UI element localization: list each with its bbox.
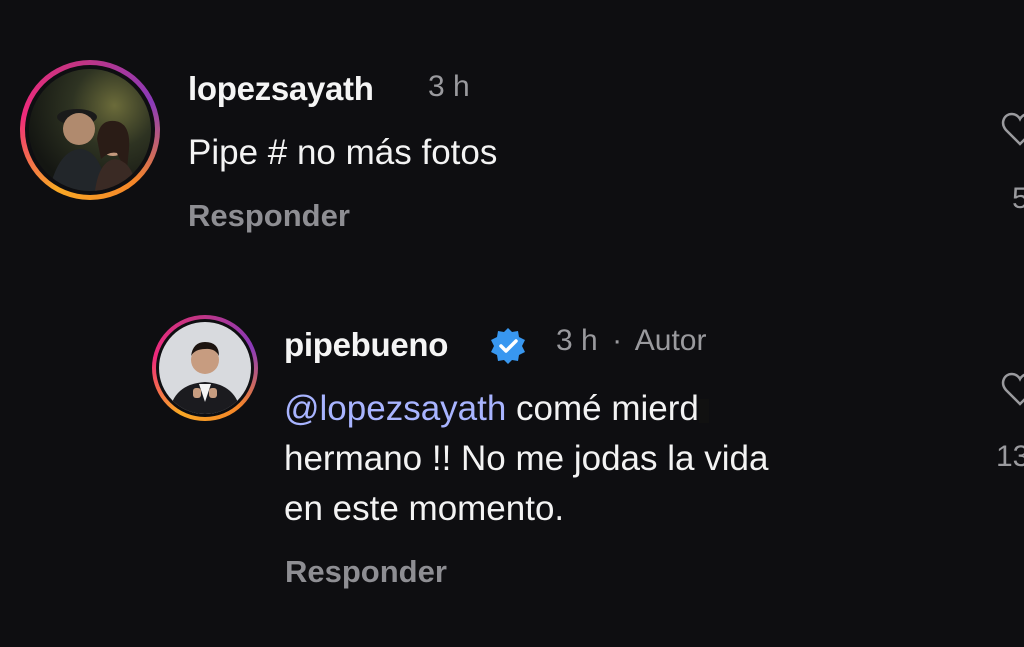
redaction-mark [698,398,709,423]
heart-icon[interactable] [1000,110,1024,150]
author-label: Autor [634,324,707,357]
comment-text-line2: hermano !! No me jodas la vida [284,439,769,478]
comment-timestamp: 3 h · Autor [556,324,706,358]
reply-button[interactable]: Responder [188,198,350,234]
mention-link[interactable]: @lopezsayath [284,389,506,428]
reply-button[interactable]: Responder [285,554,447,590]
comment-username[interactable]: lopezsayath [188,70,374,108]
comment-text-part: comé mierd [506,389,699,428]
time-text: 3 h [556,324,598,357]
verified-badge-icon [491,328,525,364]
like-count: 13 [996,440,1024,473]
avatar [159,322,251,414]
separator-dot: · [612,324,623,357]
comment-text-line3: en este momento. [284,489,565,528]
comment-username[interactable]: pipebueno [284,326,448,364]
story-ring[interactable] [20,60,160,200]
comment-text-line1: @lopezsayath comé mierd [284,384,768,434]
heart-icon[interactable] [1000,370,1024,410]
story-ring[interactable] [152,315,258,421]
comment-text: Pipe # no más fotos [188,133,498,172]
comment-timestamp: 3 h [428,70,470,103]
like-count: 5 [1012,182,1024,215]
avatar [29,69,151,191]
comment-text: @lopezsayath comé mierd hermano !! No me… [284,384,768,534]
